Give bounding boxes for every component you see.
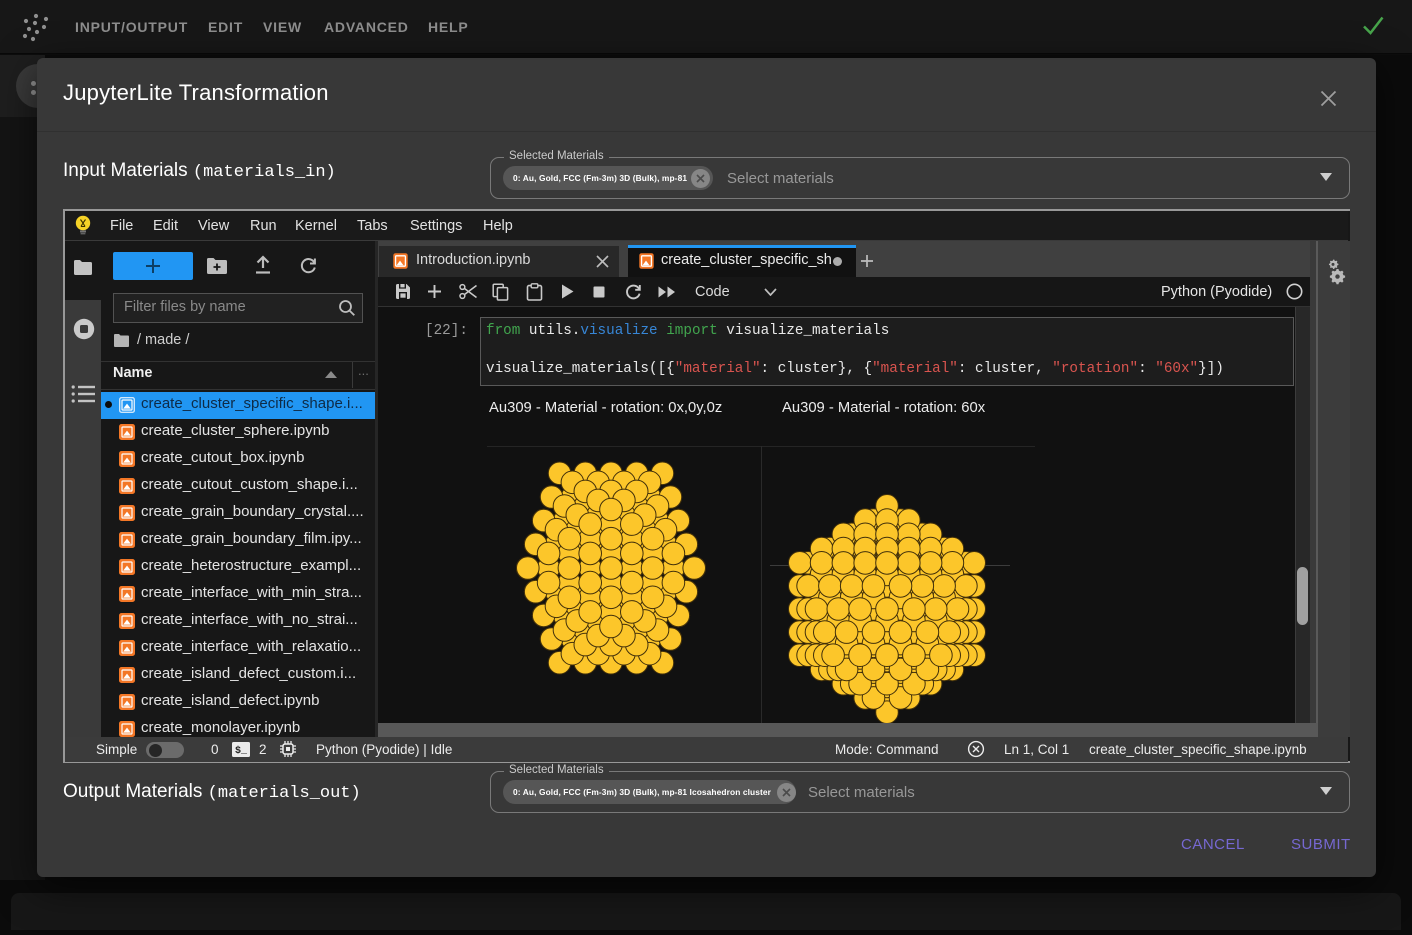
svg-text:$_: $_ <box>235 745 248 757</box>
